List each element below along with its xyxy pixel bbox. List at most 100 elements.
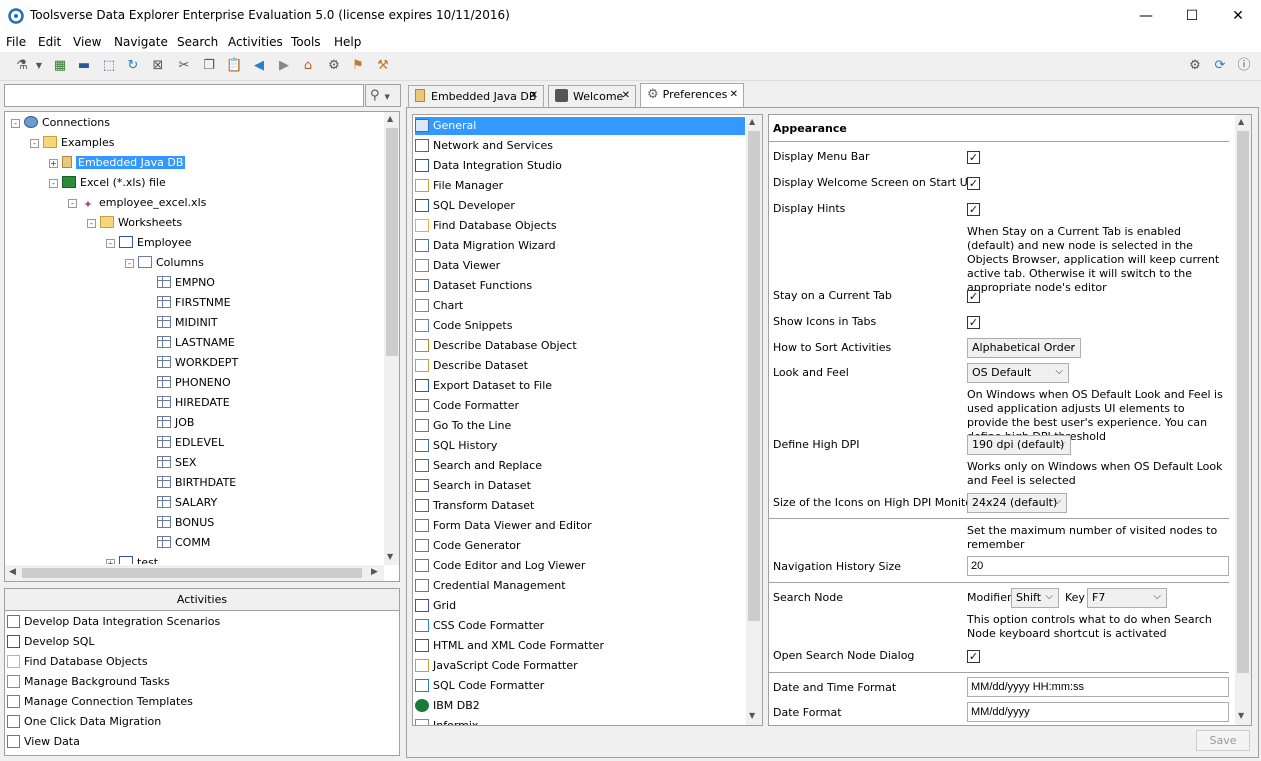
dropdown-arrow-icon[interactable]: ▼ — [31, 58, 47, 74]
tree-item[interactable]: - Columns — [125, 254, 204, 272]
search-button[interactable]: ⚲ ▼ — [365, 84, 401, 107]
tree-item[interactable]: EMPNO — [144, 274, 215, 292]
category-item[interactable]: Export Dataset to File — [415, 377, 745, 395]
activity-item[interactable]: One Click Data Migration — [7, 713, 337, 731]
category-item[interactable]: HTML and XML Code Formatter — [415, 637, 745, 655]
category-item[interactable]: Code Formatter — [415, 397, 745, 415]
tree-item[interactable]: - ✦ employee_excel.xls — [68, 194, 206, 212]
display-welcome-checkbox[interactable]: ✓ — [967, 177, 980, 190]
collapse-icon[interactable]: - — [125, 259, 134, 268]
tab-welcome[interactable]: Welcome ✕ — [548, 85, 636, 107]
category-item[interactable]: Transform Dataset — [415, 497, 745, 515]
menu-search[interactable]: Search — [177, 35, 218, 49]
tree-item[interactable]: - Examples — [30, 134, 114, 152]
home-icon[interactable]: ⌂ — [300, 58, 316, 74]
category-item[interactable]: Network and Services — [415, 137, 745, 155]
activity-item[interactable]: Develop SQL — [7, 633, 337, 651]
category-item[interactable]: Search and Replace — [415, 457, 745, 475]
category-item[interactable]: Data Viewer — [415, 257, 745, 275]
save-button[interactable]: Save — [1196, 730, 1250, 751]
minimize-button[interactable]: — — [1123, 0, 1169, 32]
tab-embedded-java-db[interactable]: Embedded Java DB ✕ — [408, 85, 544, 107]
add-icon[interactable]: ▦ — [52, 58, 68, 74]
collapse-icon[interactable]: - — [68, 199, 77, 208]
category-item[interactable]: Data Migration Wizard — [415, 237, 745, 255]
category-item[interactable]: File Manager — [415, 177, 745, 195]
open-search-checkbox[interactable]: ✓ — [967, 650, 980, 663]
category-item[interactable]: JavaScript Code Formatter — [415, 657, 745, 675]
menu-tools[interactable]: Tools — [291, 35, 321, 49]
tree-item[interactable]: - Excel (*.xls) file — [49, 174, 166, 192]
high-dpi-select[interactable]: 190 dpi (default) ⌵ — [967, 435, 1071, 455]
tree-item[interactable]: BIRTHDATE — [144, 474, 236, 492]
activity-item[interactable]: Manage Background Tasks — [7, 673, 337, 691]
category-item[interactable]: IBM DB2 — [415, 697, 745, 715]
menu-help[interactable]: Help — [334, 35, 361, 49]
close-button[interactable]: ✕ — [1215, 0, 1261, 32]
flag-icon[interactable]: ⚑ — [350, 58, 366, 74]
category-item[interactable]: SQL Developer — [415, 197, 745, 215]
maximize-button[interactable]: ☐ — [1169, 0, 1215, 32]
category-item[interactable]: Find Database Objects — [415, 217, 745, 235]
info-icon[interactable]: ⓘ — [1236, 58, 1252, 74]
tree-item[interactable]: - Worksheets — [87, 214, 182, 232]
category-item[interactable]: CSS Code Formatter — [415, 617, 745, 635]
modifier-select[interactable]: Shift ⌵ — [1011, 588, 1059, 608]
tree-item[interactable]: - Employee — [106, 234, 191, 252]
category-item[interactable]: Informix — [415, 717, 745, 725]
categories-scrollbar[interactable]: ▲ ▼ — [746, 115, 762, 725]
show-icons-checkbox[interactable]: ✓ — [967, 316, 980, 329]
collapse-icon[interactable]: - — [11, 119, 20, 128]
tree-item[interactable]: SALARY — [144, 494, 217, 512]
execute-icon[interactable]: ⚙ — [326, 58, 342, 74]
tree-item[interactable]: MIDINIT — [144, 314, 218, 332]
refresh-icon[interactable]: ↻ — [125, 58, 141, 74]
settings-scrollbar[interactable]: ▲ ▼ — [1235, 115, 1251, 725]
tree-item[interactable]: BONUS — [144, 514, 214, 532]
category-item[interactable]: Credential Management — [415, 577, 745, 595]
tree-item[interactable]: + Embedded Java DB — [49, 154, 186, 172]
tree-item[interactable]: WORKDEPT — [144, 354, 238, 372]
stay-tab-checkbox[interactable]: ✓ — [967, 290, 980, 303]
copy-icon[interactable]: ❐ — [201, 58, 217, 74]
update-icon[interactable]: ⟳ — [1212, 58, 1228, 74]
tab-close-icon[interactable]: ✕ — [730, 89, 738, 100]
category-item[interactable]: Describe Database Object — [415, 337, 745, 355]
search-input[interactable] — [4, 84, 364, 107]
display-hints-checkbox[interactable]: ✓ — [967, 203, 980, 216]
look-feel-select[interactable]: OS Default ⌵ — [967, 363, 1069, 383]
tab-close-icon[interactable]: ✕ — [622, 90, 630, 101]
tab-close-icon[interactable]: ✕ — [530, 90, 538, 101]
tree-item[interactable]: JOB — [144, 414, 194, 432]
datetime-format-input[interactable] — [967, 677, 1229, 697]
tree-item[interactable]: PHONENO — [144, 374, 231, 392]
category-item[interactable]: Grid — [415, 597, 745, 615]
menu-file[interactable]: File — [6, 35, 26, 49]
select-icon[interactable]: ⬚ — [101, 58, 117, 74]
cut-icon[interactable]: ✂ — [176, 58, 192, 74]
icon-size-select[interactable]: 24x24 (default) ⌵ — [967, 493, 1067, 513]
settings-icon[interactable]: ⚙ — [1187, 58, 1203, 74]
menu-view[interactable]: View — [73, 35, 101, 49]
forward-icon[interactable]: ▶ — [276, 58, 292, 74]
menu-activities[interactable]: Activities — [228, 35, 283, 49]
tree-item[interactable]: - Connections — [11, 114, 110, 132]
collapse-icon[interactable]: - — [106, 239, 115, 248]
category-item[interactable]: Go To the Line — [415, 417, 745, 435]
connect-icon[interactable]: ⚗ — [14, 58, 30, 74]
tree-item[interactable]: LASTNAME — [144, 334, 235, 352]
display-menu-bar-checkbox[interactable]: ✓ — [967, 151, 980, 164]
tree-item[interactable]: SEX — [144, 454, 196, 472]
activity-item[interactable]: View Data — [7, 733, 337, 751]
key-select[interactable]: F7 ⌵ — [1087, 588, 1167, 608]
remove-icon[interactable]: ▬ — [76, 58, 92, 74]
back-icon[interactable]: ◀ — [251, 58, 267, 74]
expand-icon[interactable]: + — [49, 159, 58, 168]
category-item[interactable]: Chart — [415, 297, 745, 315]
category-item[interactable]: Form Data Viewer and Editor — [415, 517, 745, 535]
plugin-icon[interactable]: ⚒ — [375, 58, 391, 74]
date-format-input[interactable] — [967, 702, 1229, 722]
expand-icon[interactable]: + — [106, 559, 115, 564]
collapse-icon[interactable]: - — [87, 219, 96, 228]
tree-item[interactable]: COMM — [144, 534, 210, 552]
